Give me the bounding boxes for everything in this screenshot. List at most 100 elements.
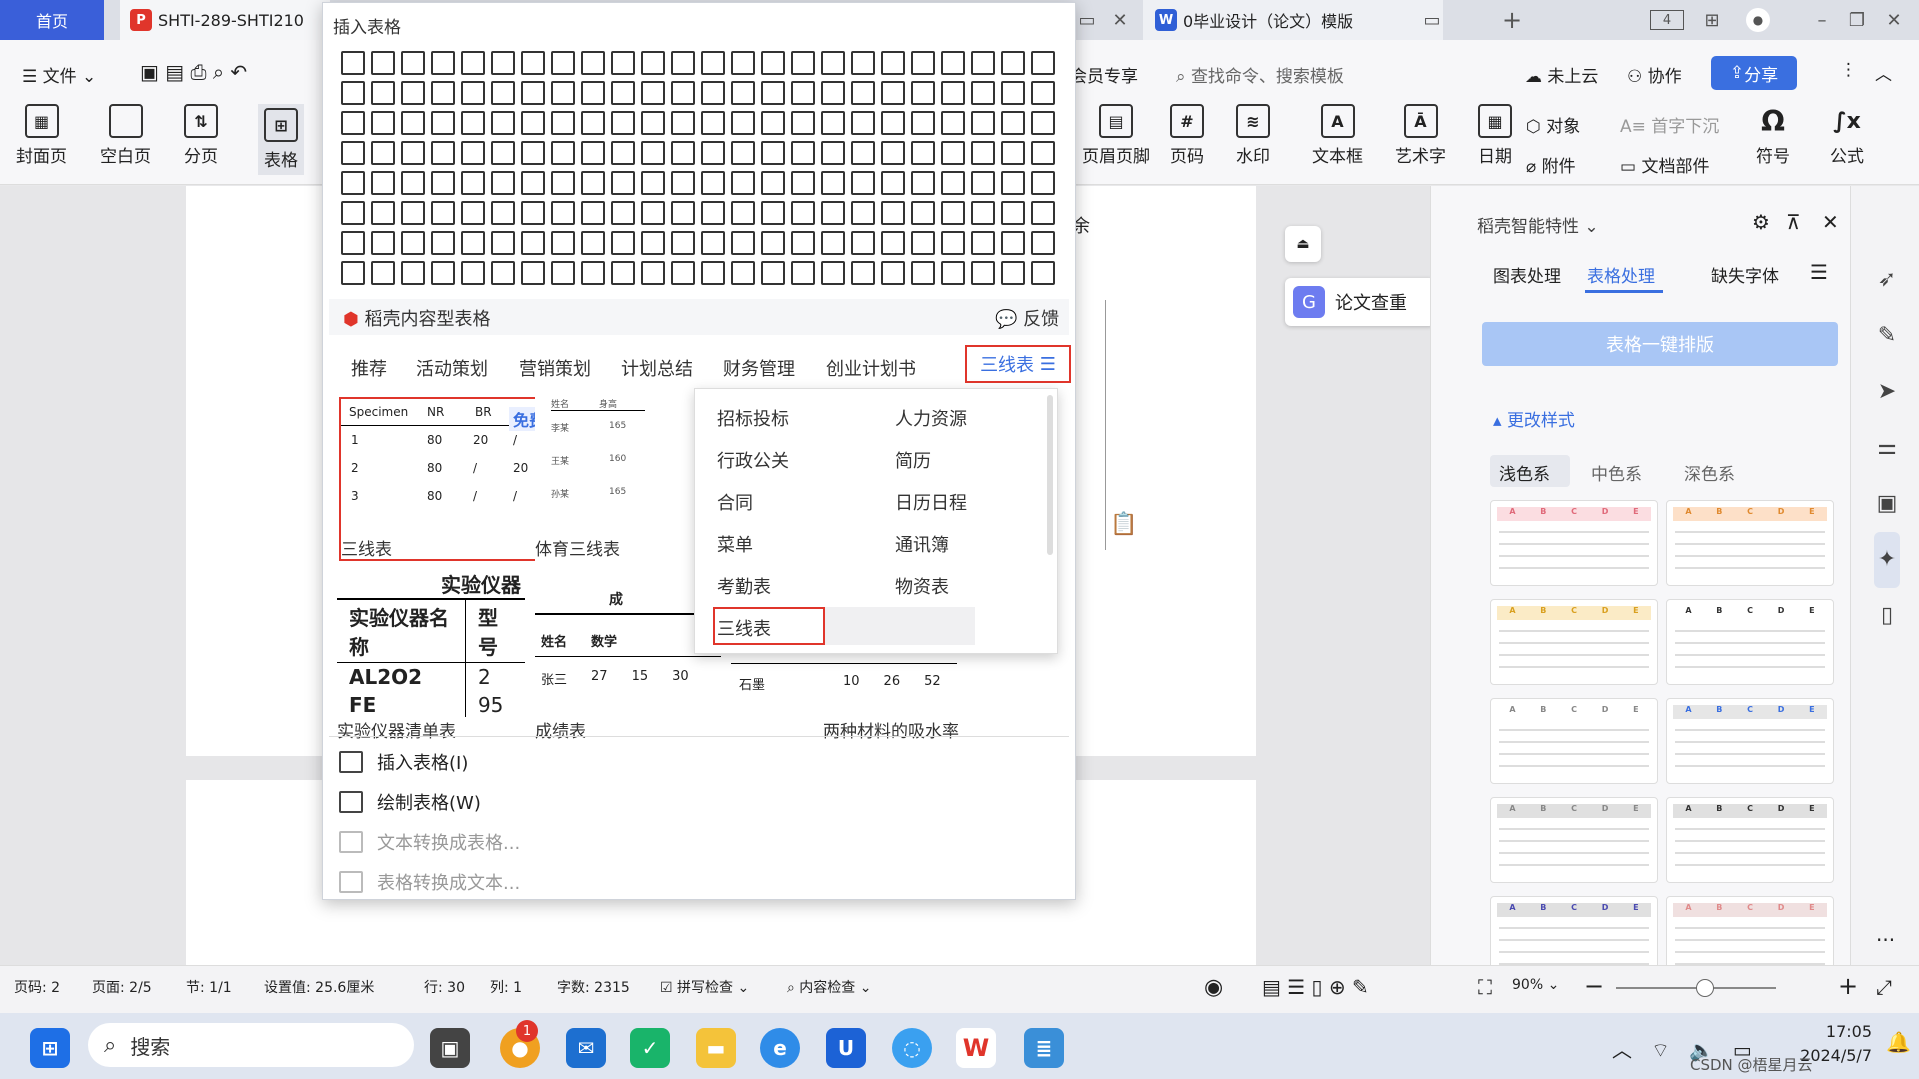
notepad-icon[interactable]: ≣ xyxy=(1024,1028,1064,1068)
date-button[interactable]: ▦ 日期 xyxy=(1478,104,1512,167)
grid-cell[interactable] xyxy=(701,201,725,225)
grid-cell[interactable] xyxy=(791,51,815,75)
grid-cell[interactable] xyxy=(1001,81,1025,105)
grid-cell[interactable] xyxy=(581,171,605,195)
taskbar-search[interactable]: ⌕ 搜索 xyxy=(88,1023,414,1067)
grid-cell[interactable] xyxy=(851,141,875,165)
grid-cell[interactable] xyxy=(971,141,995,165)
grid-cell[interactable] xyxy=(491,231,515,255)
grid-cell[interactable] xyxy=(1031,111,1055,135)
grid-cell[interactable] xyxy=(341,231,365,255)
share-button[interactable]: ⇪ 分享 xyxy=(1711,56,1797,90)
grid-cell[interactable] xyxy=(461,171,485,195)
grid-cell[interactable] xyxy=(371,261,395,285)
dropdown-item[interactable]: 物资表 xyxy=(895,573,949,599)
side-close-icon[interactable]: ✕ xyxy=(1822,210,1839,234)
grid-cell[interactable] xyxy=(491,141,515,165)
grid-cell[interactable] xyxy=(821,51,845,75)
grid-cell[interactable] xyxy=(371,201,395,225)
cursor-icon[interactable]: ➤ xyxy=(1874,364,1900,420)
grid-cell[interactable] xyxy=(551,171,575,195)
fit-page-icon[interactable]: ⛶ xyxy=(1478,975,1492,999)
grid-cell[interactable] xyxy=(401,261,425,285)
dropdown-item[interactable]: 通讯簿 xyxy=(895,531,949,557)
grid-cell[interactable] xyxy=(521,141,545,165)
bell-icon[interactable]: 🔔 xyxy=(1886,1030,1911,1054)
style-swatch[interactable]: A B C D E xyxy=(1490,599,1658,685)
dropdown-item[interactable]: 简历 xyxy=(895,447,931,473)
grid-cell[interactable] xyxy=(971,171,995,195)
grid-cell[interactable] xyxy=(551,141,575,165)
edge-icon[interactable]: e xyxy=(760,1028,800,1068)
status-section[interactable]: 节: 1/1 xyxy=(186,977,232,997)
grid-cell[interactable] xyxy=(911,231,935,255)
side-tab-font[interactable]: 缺失字体 xyxy=(1711,262,1779,287)
grid-cell[interactable] xyxy=(761,171,785,195)
grid-cell[interactable] xyxy=(851,111,875,135)
cat-finance[interactable]: 财务管理 xyxy=(723,355,795,381)
grid-cell[interactable] xyxy=(941,141,965,165)
grid-cell[interactable] xyxy=(851,261,875,285)
grid-cell[interactable] xyxy=(641,201,665,225)
grid-cell[interactable] xyxy=(551,231,575,255)
vip-menu[interactable]: 会员专享 xyxy=(1070,62,1138,87)
dropcap-button[interactable]: A≡ 首字下沉 xyxy=(1620,112,1719,137)
grid-cell[interactable] xyxy=(971,51,995,75)
grid-cell[interactable] xyxy=(431,261,455,285)
content-check[interactable]: ⌕ 内容检查 ⌄ xyxy=(787,977,871,997)
grid-cell[interactable] xyxy=(911,261,935,285)
wps-icon[interactable]: W xyxy=(956,1028,996,1068)
folder-icon[interactable]: ▬ xyxy=(696,1028,736,1068)
grid-cell[interactable] xyxy=(461,141,485,165)
grid-cell[interactable] xyxy=(611,201,635,225)
grid-cell[interactable] xyxy=(521,171,545,195)
grid-cell[interactable] xyxy=(491,81,515,105)
grid-cell[interactable] xyxy=(431,201,455,225)
grid-cell[interactable] xyxy=(941,231,965,255)
grid-cell[interactable] xyxy=(611,141,635,165)
grid-cell[interactable] xyxy=(551,261,575,285)
grid-cell[interactable] xyxy=(551,51,575,75)
grid-cell[interactable] xyxy=(791,141,815,165)
grid-cell[interactable] xyxy=(911,171,935,195)
grid-cell[interactable] xyxy=(1031,81,1055,105)
grid-cell[interactable] xyxy=(1001,171,1025,195)
grid-cell[interactable] xyxy=(491,261,515,285)
watermark-button[interactable]: ≋ 水印 xyxy=(1236,104,1270,167)
grid-cell[interactable] xyxy=(671,51,695,75)
dropdown-item[interactable]: 菜单 xyxy=(717,531,753,557)
status-line[interactable]: 行: 30 xyxy=(424,977,465,997)
object-button[interactable]: ⬡ 对象 xyxy=(1526,112,1580,137)
dropdown-item[interactable]: 合同 xyxy=(717,489,753,515)
rocket-icon[interactable]: ➶ xyxy=(1874,252,1900,308)
tab-pdf[interactable]: P SHTI-289-SHTI210 xyxy=(120,0,330,40)
status-col[interactable]: 列: 1 xyxy=(490,977,522,997)
grid-cell[interactable] xyxy=(911,81,935,105)
grid-cell[interactable] xyxy=(641,261,665,285)
grid-cell[interactable] xyxy=(641,81,665,105)
tone-light[interactable]: 浅色系 xyxy=(1499,460,1550,485)
grid-cell[interactable] xyxy=(971,231,995,255)
grid-cell[interactable] xyxy=(371,231,395,255)
style-swatch[interactable]: A B C D E xyxy=(1490,698,1658,784)
tab-window-icon[interactable]: ▭ xyxy=(1420,8,1444,32)
feedback-button[interactable]: 💬 反馈 xyxy=(995,305,1059,331)
side-menu-icon[interactable]: ☰ xyxy=(1810,260,1828,284)
style-swatch[interactable]: A B C D E xyxy=(1666,698,1834,784)
grid-cell[interactable] xyxy=(911,111,935,135)
grid-cell[interactable] xyxy=(671,111,695,135)
layout-four-icon[interactable]: 4 xyxy=(1650,10,1684,30)
more-category-button[interactable]: 三线表 ☰ xyxy=(965,345,1071,383)
grid-cell[interactable] xyxy=(491,51,515,75)
fullscreen-icon[interactable]: ⤢ xyxy=(1876,975,1892,999)
zoom-slider-thumb[interactable] xyxy=(1696,979,1714,997)
grid-cell[interactable] xyxy=(461,111,485,135)
spark-icon[interactable]: ✦ xyxy=(1874,532,1900,588)
grid-cell[interactable] xyxy=(701,81,725,105)
grid-cell[interactable] xyxy=(671,231,695,255)
grid-cell[interactable] xyxy=(761,81,785,105)
grid-cell[interactable] xyxy=(881,111,905,135)
grid-cell[interactable] xyxy=(1001,51,1025,75)
collapse-panel-icon[interactable]: ⏏ xyxy=(1285,226,1321,262)
grid-cell[interactable] xyxy=(761,51,785,75)
